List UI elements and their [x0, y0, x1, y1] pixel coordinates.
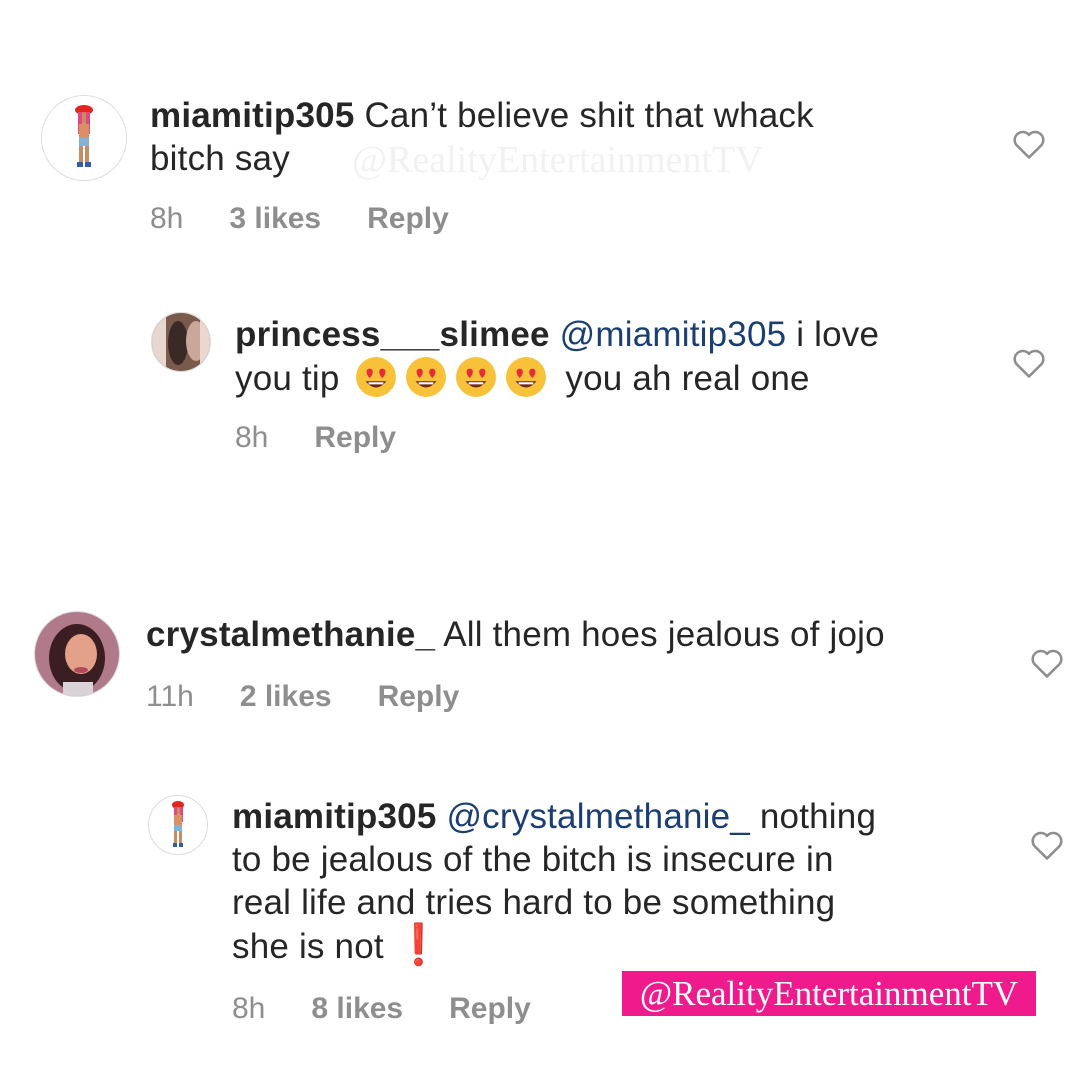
comment-text: Can’t believe shit that whack [364, 96, 814, 135]
profile-photo-image [35, 612, 119, 696]
mention-link[interactable]: @crystalmethanie_ [446, 797, 750, 836]
heart-outline-icon[interactable] [1030, 647, 1064, 679]
avatar[interactable] [148, 795, 208, 855]
comment-text: you ah real one [565, 359, 810, 398]
comment-meta: 11h 2 likes Reply [146, 680, 459, 714]
comment-text: she is not [232, 927, 384, 966]
comment-username[interactable]: princess___slimee [235, 315, 550, 354]
comment-text: nothing [759, 797, 877, 836]
avatar[interactable] [34, 611, 120, 697]
faint-watermark: @RealityEntertainmentTV [352, 139, 763, 181]
heart-outline-icon[interactable] [1012, 347, 1046, 379]
comment-text: to be jealous of the bitch is insecure i… [232, 840, 834, 879]
reply-button[interactable]: Reply [367, 202, 449, 236]
heart-eyes-emoji-icon [506, 357, 547, 397]
comment-time: 11h [146, 680, 194, 713]
likes-count[interactable]: 3 likes [229, 202, 321, 236]
comment-time: 8h [235, 421, 269, 454]
comment-username[interactable]: crystalmethanie_ [146, 615, 435, 654]
comment-time: 8h [150, 202, 184, 235]
comment-text: real life and tries hard to be something [232, 883, 836, 922]
comment-text: i love [796, 315, 880, 354]
comment-meta: 8h 8 likes Reply [232, 992, 531, 1026]
heart-eyes-emoji-icon [456, 357, 497, 397]
heart-outline-icon[interactable] [1030, 829, 1064, 861]
watermark-banner: @RealityEntertainmentTV [622, 971, 1036, 1016]
comment-time: 8h [232, 992, 266, 1025]
comment-username[interactable]: miamitip305 [232, 797, 437, 836]
comment-text: All them hoes jealous of jojo [443, 615, 885, 654]
comment-meta: 8h 3 likes Reply [150, 202, 449, 236]
exclamation-emoji-icon: ❗ [393, 923, 444, 967]
bitmoji-avatar-image [42, 96, 126, 180]
reply-button[interactable]: Reply [449, 992, 531, 1026]
avatar[interactable] [151, 312, 211, 372]
comment-username[interactable]: miamitip305 [150, 96, 355, 135]
avatar[interactable] [41, 95, 127, 181]
likes-count[interactable]: 2 likes [240, 680, 332, 714]
reply-button[interactable]: Reply [378, 680, 460, 714]
bitmoji-avatar-image [149, 796, 207, 854]
comment-meta: 8h Reply [235, 421, 396, 455]
heart-eyes-emoji-icon [406, 357, 447, 397]
heart-eyes-emoji-icon [356, 357, 397, 397]
profile-photo-image [152, 313, 210, 371]
reply-button[interactable]: Reply [314, 421, 396, 455]
mention-link[interactable]: @miamitip305 [560, 315, 787, 354]
comment-text: bitch say [150, 139, 290, 178]
comment-text: you tip [235, 359, 340, 398]
heart-outline-icon[interactable] [1012, 128, 1046, 160]
likes-count[interactable]: 8 likes [311, 992, 403, 1026]
